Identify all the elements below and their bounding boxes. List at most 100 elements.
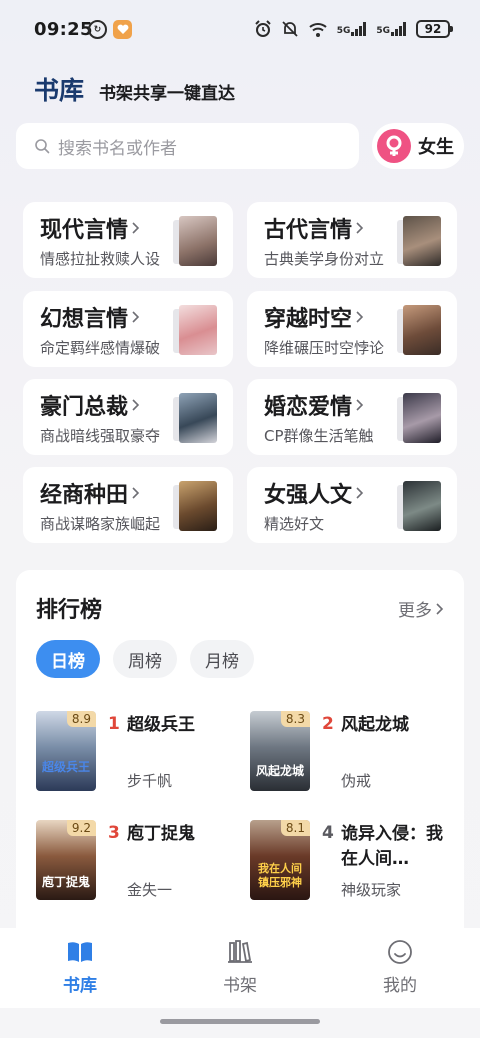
chevron-right-icon [131,221,140,235]
search-input[interactable]: 搜索书名或作者 [16,123,359,169]
tab-daily[interactable]: 日榜 [36,640,100,678]
search-placeholder: 搜索书名或作者 [58,138,177,159]
book-author: 伪戒 [341,772,372,790]
category-desc: 古典美学身份对立 [264,250,385,268]
category-card-time-travel[interactable]: 穿越时空 降维碾压时空悖论 [247,291,457,367]
ranking-book-item[interactable]: 风起龙城 8.3 2 风起龙城 伪戒 [250,711,450,793]
category-name: 现代言情 [40,218,129,243]
category-desc: 精选好文 [264,515,325,533]
ranking-book-item[interactable]: 超级兵王 8.9 1 超级兵王 步千帆 [36,711,236,793]
category-card-ancient-romance[interactable]: 古代言情 古典美学身份对立 [247,202,457,278]
category-card-strong-heroine[interactable]: 女强人文 精选好文 [247,467,457,543]
search-icon [35,139,50,154]
book-cover-image: 我在人间 镇压邪神 8.1 [250,820,310,900]
gender-switch-button[interactable]: 女生 [372,123,464,169]
category-cover-image [179,481,217,531]
category-title: 穿越时空 [264,301,364,333]
book-score: 8.3 [280,711,310,727]
category-cover-image [403,305,441,355]
nav-item-bookshelf[interactable]: 书架 [200,938,280,996]
book-author: 神级玩家 [341,881,402,899]
book-rank-number: 2 [322,714,334,734]
tab-weekly[interactable]: 周榜 [113,640,177,678]
nav-label: 我的 [383,976,417,996]
category-cover-image [403,216,441,266]
ranking-more-link[interactable]: 更多 [398,596,444,621]
book-title: 风起龙城 [341,715,409,735]
wifi-icon [309,22,327,37]
nav-label: 书库 [63,976,97,996]
svg-text:超级兵王: 超级兵王 [41,759,90,774]
category-title: 古代言情 [264,212,364,244]
category-title: 女强人文 [264,477,364,509]
category-cover-image [403,481,441,531]
sync-badge-icon: ↻ [88,20,107,39]
ranking-book-item[interactable]: 庖丁捉鬼 9.2 3 庖丁捉鬼 金失一 [36,820,236,902]
category-desc: CP群像生活笔触 [264,427,374,445]
category-card-modern-romance[interactable]: 现代言情 情感拉扯救赎人设 [23,202,233,278]
category-name: 婚恋爱情 [264,395,353,420]
alarm-icon [254,20,271,37]
chevron-right-icon [131,486,140,500]
category-name: 幻想言情 [40,307,129,332]
svg-text:庖丁捉鬼: 庖丁捉鬼 [42,874,90,889]
category-cover-image [403,393,441,443]
battery-indicator: 92 [416,20,453,38]
nav-item-library[interactable]: 书库 [40,938,120,996]
category-title: 现代言情 [40,212,140,244]
female-icon [377,129,411,163]
more-label: 更多 [398,601,432,621]
svg-text:镇压邪神: 镇压邪神 [258,875,302,889]
book-rank-number: 4 [322,823,334,843]
signal-5g-2-icon: 5G [376,22,407,36]
network-type-label: 5G [376,26,390,36]
network-type-label: 5G [336,26,351,36]
category-desc: 商战暗线强取豪夺 [40,427,161,445]
chevron-right-icon [355,221,364,235]
category-name: 女强人文 [264,483,353,508]
category-name: 古代言情 [264,218,353,243]
bookshelf-icon [227,938,253,966]
category-card-marriage-romance[interactable]: 婚恋爱情 CP群像生活笔触 [247,379,457,455]
svg-text:风起龙城: 风起龙城 [256,763,304,778]
page-title: 书库 [34,76,85,105]
home-indicator[interactable] [160,1019,320,1024]
category-name: 穿越时空 [264,307,353,332]
chevron-right-icon [355,486,364,500]
category-name: 豪门总裁 [40,395,129,420]
page-subtitle: 书架共享一键直达 [99,84,235,104]
category-card-fantasy-romance[interactable]: 幻想言情 命定羁绊感情爆破 [23,291,233,367]
category-card-ceo-romance[interactable]: 豪门总裁 商战暗线强取豪夺 [23,379,233,455]
chevron-right-icon [355,310,364,324]
status-bar: 09:25 ↻ 5G 5G 92 [0,0,480,60]
category-title: 经商种田 [40,477,140,509]
chevron-right-icon [355,398,364,412]
category-card-business-farming[interactable]: 经商种田 商战谋略家族崛起 [23,467,233,543]
category-desc: 命定羁绊感情爆破 [40,339,161,357]
tab-monthly[interactable]: 月榜 [190,640,254,678]
chevron-right-icon [131,310,140,324]
chevron-right-icon [435,602,444,616]
status-left-icons: ↻ [88,20,132,39]
nav-item-profile[interactable]: 我的 [360,938,440,996]
book-rank-number: 3 [108,823,120,843]
status-time: 09:25 [34,19,93,40]
category-cover-image [179,305,217,355]
book-cover-image: 超级兵王 8.9 [36,711,96,791]
smile-face-icon [387,938,413,966]
category-title: 婚恋爱情 [264,389,364,421]
category-cover-image [179,216,217,266]
category-cover-image [179,393,217,443]
category-title: 豪门总裁 [40,389,140,421]
ranking-book-item[interactable]: 我在人间 镇压邪神 8.1 4 诡异入侵：我在人间… 神级玩家 [250,820,450,902]
gender-label: 女生 [418,137,454,158]
svg-text:我在人间: 我在人间 [258,861,302,875]
ranking-panel: 排行榜 更多 日榜 周榜 月榜 超级兵王 8.9 1 超级兵王 步千帆 风起龙城… [16,570,464,950]
book-score: 8.1 [280,820,310,836]
book-score: 8.9 [66,711,96,727]
book-title: 庖丁捉鬼 [127,824,195,844]
ranking-title: 排行榜 [36,598,103,623]
book-rank-number: 1 [108,714,120,734]
nav-label: 书架 [223,976,257,996]
bottom-nav-bar: 书库 书架 我的 [0,928,480,1008]
